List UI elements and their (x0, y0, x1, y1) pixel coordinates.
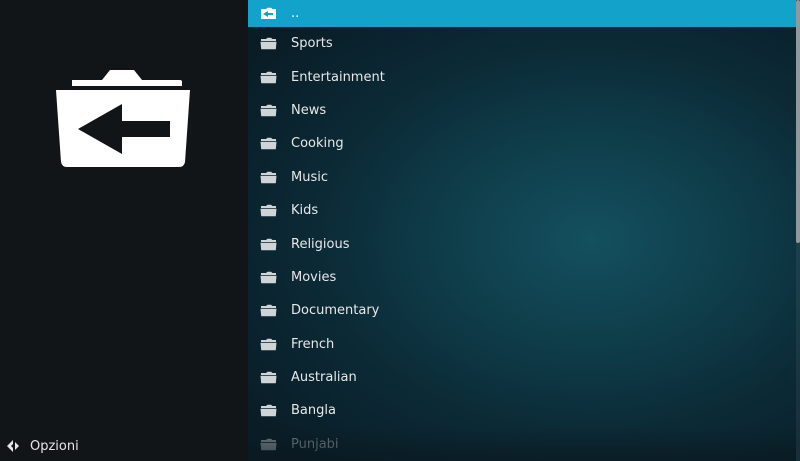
file-list-panel: .. Sports Entertainment News Cooking Mus… (248, 0, 800, 461)
folder-icon (260, 305, 277, 317)
list-item-label: .. (291, 6, 300, 21)
list-item-label: Sports (291, 36, 333, 52)
folder-icon (260, 171, 277, 183)
folder-icon (260, 405, 277, 417)
folder-icon (260, 138, 277, 150)
left-panel: Opzioni (0, 0, 248, 461)
list-item-entertainment[interactable]: Entertainment (248, 60, 796, 93)
list-item-music[interactable]: Music (248, 161, 796, 194)
list-item-kids[interactable]: Kids (248, 194, 796, 227)
folder-icon (260, 37, 277, 50)
scrollbar-thumb[interactable] (796, 0, 800, 243)
folder-back-icon (56, 70, 190, 167)
list-item-sports[interactable]: Sports (248, 27, 796, 60)
list-item-australian[interactable]: Australian (248, 361, 796, 394)
list-item-label: Entertainment (291, 69, 385, 85)
list-item-religious[interactable]: Religious (248, 227, 796, 260)
list-item-label: Movies (291, 269, 337, 285)
folder-icon (260, 104, 277, 117)
options-arrow-icon (7, 440, 19, 452)
list-item-movies[interactable]: Movies (248, 261, 796, 294)
folder-icon (260, 338, 277, 350)
list-item-label: Australian (291, 370, 357, 386)
list-item-news[interactable]: News (248, 94, 796, 127)
list-item-documentary[interactable]: Documentary (248, 294, 796, 327)
folder-icon (260, 204, 277, 217)
folder-icon (260, 371, 277, 384)
folder-back-icon (261, 7, 276, 19)
folder-icon (260, 71, 277, 83)
scrollbar[interactable] (796, 0, 800, 461)
list-item-label: Bangla (291, 403, 336, 419)
list-item-label: Cooking (291, 136, 344, 152)
list-item-label: Kids (291, 203, 319, 219)
list-item-label: Religious (291, 236, 350, 252)
list-item-label: Documentary (291, 303, 380, 319)
folder-icon (260, 438, 277, 451)
file-list: .. Sports Entertainment News Cooking Mus… (248, 0, 796, 461)
options-button[interactable]: Opzioni (6, 436, 79, 456)
list-item-label: Music (291, 169, 328, 185)
folder-icon (260, 271, 277, 284)
list-item-label: French (291, 336, 335, 352)
list-item-bangla[interactable]: Bangla (248, 394, 796, 427)
list-item-label: News (291, 102, 327, 118)
list-item-parent-folder[interactable]: .. (248, 0, 796, 27)
app-window: Opzioni .. Sports Entertainment News Coo… (0, 0, 800, 461)
list-item-punjabi[interactable]: Punjabi (248, 428, 796, 461)
list-item-cooking[interactable]: Cooking (248, 127, 796, 160)
list-item-label: Punjabi (291, 436, 339, 452)
folder-icon (260, 238, 277, 250)
options-label: Opzioni (30, 438, 79, 454)
list-item-french[interactable]: French (248, 328, 796, 361)
